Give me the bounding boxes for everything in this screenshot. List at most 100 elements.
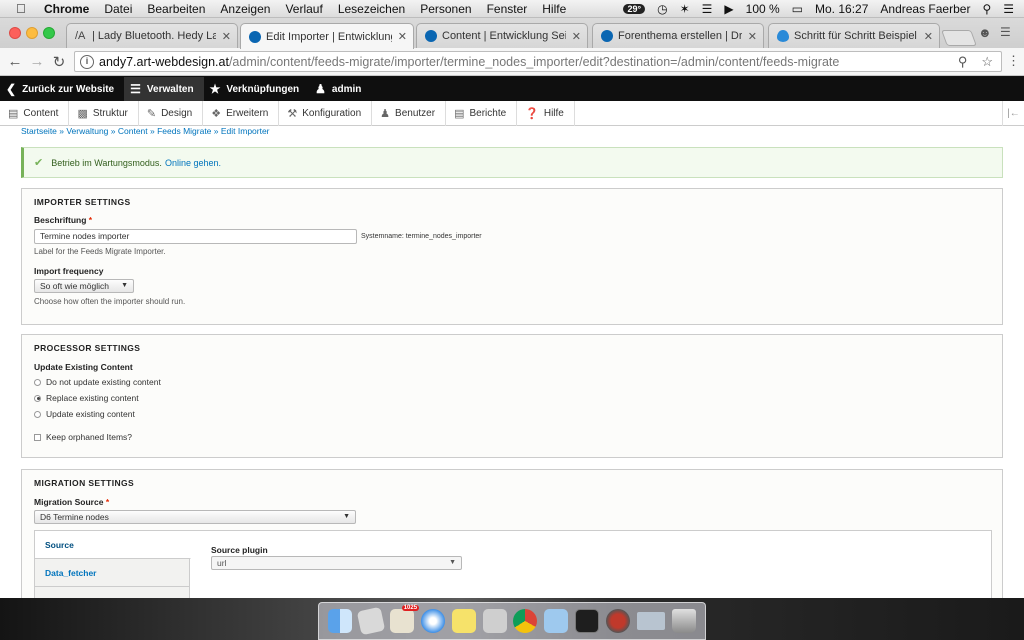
menu-item-people[interactable]: ♟ Benutzer: [372, 100, 447, 126]
menu-item-extend[interactable]: ❖ Erweitern: [203, 100, 280, 126]
preview-icon[interactable]: [544, 609, 569, 633]
checkbox-icon[interactable]: [34, 433, 41, 441]
option-replace[interactable]: Replace existing content: [34, 393, 139, 403]
go-online-link[interactable]: Online gehen.: [165, 158, 221, 168]
finder-icon[interactable]: [328, 609, 353, 633]
menu-item-structure[interactable]: ▩ Struktur: [69, 100, 139, 126]
label-description: Label for the Feeds Migrate Importer.: [34, 247, 166, 256]
browser-toolbar: ← → ↻ i andy7.art-webdesign.at /admin/co…: [0, 48, 1024, 76]
minimize-window-icon[interactable]: [26, 27, 38, 39]
menu-hilfe[interactable]: Hilfe: [542, 2, 566, 16]
label-input[interactable]: Termine nodes importer: [34, 229, 357, 244]
migration-source-value: D6 Termine nodes: [40, 512, 109, 522]
close-tab-icon[interactable]: ✕: [748, 30, 757, 43]
spotlight-icon[interactable]: ⚲: [982, 2, 991, 16]
menu-datei[interactable]: Datei: [104, 2, 132, 16]
trash-icon[interactable]: [671, 609, 696, 633]
chrome-menu-icon[interactable]: ⋮: [1007, 53, 1020, 69]
menu-item-help[interactable]: ❓ Hilfe: [517, 100, 575, 126]
menu-app[interactable]: Chrome: [44, 2, 89, 16]
volume-icon[interactable]: ▶: [724, 2, 733, 16]
photos-icon[interactable]: [482, 609, 507, 633]
wifi-icon[interactable]: ☰: [702, 2, 713, 16]
bookmark-star-icon[interactable]: ☆: [981, 54, 993, 70]
tab-schritt-fuer-schritt[interactable]: Schritt für Schritt Beispiel fü ✕: [768, 23, 940, 48]
zoom-window-icon[interactable]: [43, 27, 55, 39]
forward-icon[interactable]: →: [26, 53, 48, 70]
textedit-icon[interactable]: [357, 606, 386, 636]
option-update[interactable]: Update existing content: [34, 409, 135, 419]
close-tab-icon[interactable]: ✕: [924, 30, 933, 43]
battery-text[interactable]: 100 %: [746, 2, 780, 16]
menu-item-reports[interactable]: ▤ Berichte: [446, 100, 518, 126]
vtab-source[interactable]: Source: [35, 531, 191, 559]
manage-tab[interactable]: ☰ Verwalten: [124, 77, 204, 101]
safari-icon[interactable]: [420, 609, 445, 633]
battery-icon[interactable]: ▭: [792, 2, 803, 16]
check-icon: ✔: [34, 157, 44, 169]
menu-fenster[interactable]: Fenster: [487, 2, 528, 16]
mail-icon[interactable]: 1025: [390, 605, 420, 633]
back-to-site-link[interactable]: ❮ Zurück zur Website: [0, 77, 124, 101]
radio-icon[interactable]: [34, 378, 41, 386]
site-info-icon[interactable]: i: [80, 54, 94, 69]
time-machine-icon[interactable]: ◷: [657, 2, 667, 16]
tab-edit-importer[interactable]: Edit Importer | Entwicklung ✕: [240, 23, 414, 49]
menu-item-configuration[interactable]: ⚒ Konfiguration: [279, 100, 373, 126]
bluetooth-icon[interactable]: ✶: [680, 2, 690, 16]
radio-icon[interactable]: [34, 410, 41, 418]
brush-icon: ✎: [146, 107, 157, 120]
keep-orphaned-checkbox[interactable]: Keep orphaned Items?: [34, 432, 132, 442]
chrome-icon[interactable]: [513, 609, 538, 633]
notes-icon[interactable]: [451, 609, 476, 633]
menu-anzeigen[interactable]: Anzeigen: [220, 2, 270, 16]
tab-lady-bluetooth[interactable]: /A | Lady Bluetooth. Hedy Lama ✕: [66, 23, 238, 48]
system-app-icon[interactable]: [605, 609, 630, 633]
close-window-icon[interactable]: [9, 27, 21, 39]
close-tab-icon[interactable]: ✕: [398, 30, 407, 43]
apple-icon[interactable]: : [16, 1, 32, 16]
notification-center-icon[interactable]: ☰: [1003, 2, 1014, 16]
toolbar-orientation-toggle-icon[interactable]: |←: [1002, 100, 1024, 126]
drupal-favicon-icon: [425, 30, 437, 42]
reload-icon[interactable]: ↻: [48, 53, 70, 71]
shortcuts-tab[interactable]: ★ Verknüpfungen: [204, 77, 310, 101]
address-bar[interactable]: i andy7.art-webdesign.at /admin/content/…: [74, 51, 1002, 72]
option-do-not-update[interactable]: Do not update existing content: [34, 377, 161, 387]
close-tab-icon[interactable]: ✕: [572, 30, 581, 43]
user-label: admin: [331, 83, 362, 95]
radio-selected-icon[interactable]: [34, 394, 41, 402]
tab-content-entwicklung[interactable]: Content | Entwicklung Seite ✕: [416, 23, 588, 48]
source-plugin-select[interactable]: url ▼: [211, 556, 462, 570]
vtab-data-parser[interactable]: Data_parser: [35, 587, 190, 598]
close-tab-icon[interactable]: ✕: [222, 30, 231, 43]
back-icon[interactable]: ←: [4, 53, 26, 70]
migration-source-select[interactable]: D6 Termine nodes ▼: [34, 510, 356, 524]
tab-forenthema[interactable]: Forenthema erstellen | Drup ✕: [592, 23, 764, 48]
menu-lesezeichen[interactable]: Lesezeichen: [338, 2, 405, 16]
activity-monitor-icon[interactable]: [575, 609, 600, 633]
tab-title: | Lady Bluetooth. Hedy Lama: [92, 30, 216, 42]
window-menu-icon[interactable]: ☰: [1000, 25, 1011, 39]
vtab-data-fetcher[interactable]: Data_fetcher: [35, 559, 190, 587]
star-icon: ★: [209, 82, 221, 96]
downloads-stack-icon[interactable]: [636, 612, 665, 630]
clock[interactable]: Mo. 16:27: [815, 2, 868, 16]
menu-item-content[interactable]: ▤ Content: [0, 100, 70, 126]
user-tab[interactable]: ♟ admin: [309, 77, 371, 101]
menu-item-design[interactable]: ✎ Design: [139, 100, 204, 126]
new-tab-button[interactable]: [941, 30, 977, 46]
menu-verlauf[interactable]: Verlauf: [285, 2, 322, 16]
checkbox-label: Keep orphaned Items?: [46, 432, 133, 442]
importer-settings-legend: IMPORTER SETTINGS: [34, 197, 131, 207]
menu-bearbeiten[interactable]: Bearbeiten: [147, 2, 205, 16]
menu-personen[interactable]: Personen: [420, 2, 471, 16]
profile-icon[interactable]: ☻: [978, 25, 992, 40]
mac-menubar:  Chrome Datei Bearbeiten Anzeigen Verla…: [0, 0, 1024, 18]
temperature-badge[interactable]: 29°: [623, 3, 646, 14]
user-name[interactable]: Andreas Faerber: [880, 2, 970, 16]
tab-title: Forenthema erstellen | Drup: [618, 30, 742, 42]
zoom-icon[interactable]: ⚲: [958, 54, 968, 70]
import-frequency-select[interactable]: So oft wie möglich ▼: [34, 279, 134, 293]
breadcrumb[interactable]: Startseite » Verwaltung » Content » Feed…: [21, 126, 270, 136]
